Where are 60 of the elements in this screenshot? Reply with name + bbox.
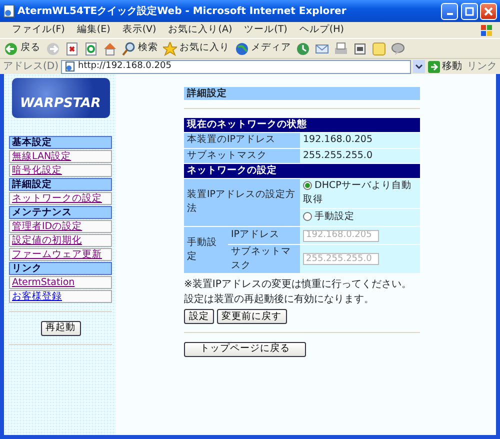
printer-icon[interactable] xyxy=(334,42,348,56)
page-icon xyxy=(3,4,15,18)
star-icon xyxy=(163,42,177,56)
back-icon xyxy=(4,42,18,56)
form-button[interactable]: 設定 xyxy=(184,309,214,324)
menu-heading: メンテナンス xyxy=(9,206,112,219)
menu-item[interactable]: ヘルプ(H) xyxy=(293,22,350,38)
address-field[interactable]: http://192.168.0.205 xyxy=(61,60,410,74)
menu-item[interactable]: ツール(T) xyxy=(238,22,294,38)
page-title: 詳細設定 xyxy=(184,87,420,100)
table-cell: 255.255.255.0 xyxy=(300,148,420,163)
radio-option[interactable]: 手動設定 xyxy=(300,208,420,226)
section-heading: ネットワークの設定 xyxy=(184,164,420,178)
minimize-button[interactable] xyxy=(441,2,458,20)
dropdown-icon[interactable] xyxy=(413,60,425,73)
back-button[interactable]: 戻る xyxy=(4,41,40,56)
table-label: サブネットマスク xyxy=(228,244,300,273)
close-icon xyxy=(484,6,493,16)
note-text: ※装置IPアドレスの変更は慎重に行ってください。設定は装置の再起動後に有効になります。 xyxy=(184,278,412,306)
document-icon[interactable] xyxy=(353,42,367,56)
menu-heading: 基本設定 xyxy=(9,136,112,149)
favorites-button[interactable]: お気に入り xyxy=(163,41,230,56)
logo: WARPSTAR xyxy=(12,78,110,118)
radio-option[interactable]: DHCPサーバより自動取得 xyxy=(300,179,420,208)
section-heading: 現在のネットワークの状態 xyxy=(184,118,420,132)
globe-icon xyxy=(234,42,248,56)
maximize-icon xyxy=(464,6,474,16)
menu-item[interactable]: ファイル(F) xyxy=(6,22,71,38)
menu-heading: リンク xyxy=(9,262,112,275)
note-icon[interactable] xyxy=(372,42,386,56)
speech-bubble-icon[interactable] xyxy=(391,42,405,56)
table-label: サブネットマスク xyxy=(184,148,300,163)
home-icon[interactable] xyxy=(102,42,116,56)
stop-icon[interactable] xyxy=(64,42,78,56)
form-button[interactable]: 変更前に戻す xyxy=(216,309,286,324)
search-button[interactable]: 検索 xyxy=(122,41,158,56)
menu-heading: 詳細設定 xyxy=(9,178,112,191)
window-title: AtermWL54TEクイック設定Web - Microsoft Internet Explorer xyxy=(18,4,348,18)
windows-flag-icon xyxy=(479,22,494,38)
page-icon xyxy=(65,61,76,72)
media-button[interactable]: メディア xyxy=(234,41,291,56)
table-label: IPアドレス xyxy=(228,226,300,244)
menu-item[interactable]: 表示(V) xyxy=(116,22,162,38)
close-button[interactable] xyxy=(480,2,497,20)
menu-item[interactable]: お気に入り(A) xyxy=(162,22,238,38)
links-button[interactable]: リンク xyxy=(467,59,497,74)
address-label: アドレス(D) xyxy=(3,60,59,74)
top-page-button[interactable]: トップページに戻る xyxy=(184,342,306,356)
mail-icon[interactable] xyxy=(315,42,329,56)
restart-button[interactable]: 再起動 xyxy=(40,320,80,336)
table-label: 手動設定 xyxy=(184,226,228,273)
maximize-button[interactable] xyxy=(460,2,478,20)
search-icon xyxy=(122,42,136,56)
table-cell: 192.168.0.205 xyxy=(300,133,420,148)
refresh-icon[interactable] xyxy=(84,42,98,56)
table-label: 装置IPアドレスの設定方法 xyxy=(184,179,300,226)
table-label: 本装置のIPアドレス xyxy=(184,133,300,148)
go-button[interactable]: 移動 xyxy=(428,59,462,74)
history-icon[interactable] xyxy=(296,42,310,56)
menu-item[interactable]: 編集(E) xyxy=(70,22,116,38)
